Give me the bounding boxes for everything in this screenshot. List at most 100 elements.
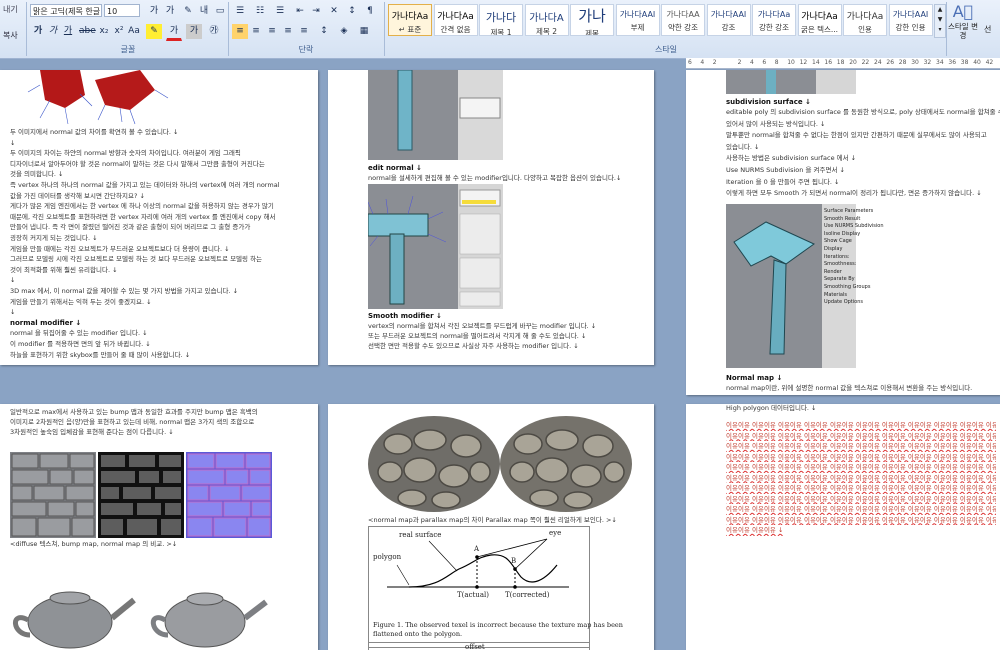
panel-option[interactable]: Show Cage xyxy=(824,238,894,246)
text-line: ↓ xyxy=(10,138,16,147)
change-style-label: 스타일 변경 xyxy=(948,22,978,40)
char-shading-icon[interactable]: 가 xyxy=(186,24,202,39)
ruler-tick: 6 xyxy=(688,59,692,66)
enclose-char-icon[interactable]: ㉮ xyxy=(206,24,222,39)
style-sample: 가나 xyxy=(578,7,606,25)
panel-option[interactable]: Smoothness: xyxy=(824,261,894,269)
text-line: 3D max 에서, 이 normal 값을 제어할 수 있는 몇 가지 방법을… xyxy=(10,287,239,295)
ruler-tick: 12 xyxy=(799,59,808,66)
subscript-icon[interactable]: x₂ xyxy=(96,24,112,39)
font-size-combo[interactable]: 10 xyxy=(104,4,140,17)
borders-icon[interactable]: ▦ xyxy=(356,24,372,39)
text-line: ↓ xyxy=(10,308,16,317)
bold-icon[interactable]: 가 xyxy=(30,24,46,39)
change-case-icon[interactable]: Aa xyxy=(126,24,142,39)
select-button-cut[interactable]: 선 xyxy=(984,24,991,35)
style-item[interactable]: 가나다AAI 강조 xyxy=(706,4,751,36)
superscript-icon[interactable]: x² xyxy=(111,24,127,39)
label-real-surface: real surface xyxy=(399,531,442,539)
style-name: 제목 1 xyxy=(490,28,512,36)
copy-button[interactable]: 복사 xyxy=(3,30,18,41)
decrease-indent-icon[interactable]: ⇤ xyxy=(292,4,308,19)
label-b: B xyxy=(511,557,517,565)
paste-menu-label[interactable]: 내기 xyxy=(3,4,18,15)
font-color-icon[interactable]: 가 xyxy=(166,24,182,41)
gallery-scroll[interactable]: ▲ ▼ ▾ xyxy=(934,4,946,38)
smooth-line-2: 또는 부드러운 오브젝트의 normal을 떨어트려서 각지게 해 줄 수도 있… xyxy=(368,332,587,340)
panel-option[interactable]: Render xyxy=(824,269,894,277)
page-6-body[interactable]: 이유이유 이유이유 이유이유 이유이유 이유이유 이유이유 이유이유 이유이유 … xyxy=(726,420,996,536)
font-name-combo[interactable]: 맑은 고딕(제목 한글 xyxy=(30,4,102,17)
style-item[interactable]: 가나다AA 약한 강조 xyxy=(661,4,705,36)
panel-option[interactable]: Update Options xyxy=(824,299,894,307)
ruler-tick: 22 xyxy=(861,59,870,66)
style-item[interactable]: 가나다Aa 강한 강조 xyxy=(752,4,796,36)
italic-icon[interactable]: 가 xyxy=(45,24,61,39)
text-line: 하늘을 표현하기 위한 skybox를 만들어 줄 때 많이 사용합니다. ↓ xyxy=(10,350,191,359)
style-item[interactable]: 가나다AAI 부제 xyxy=(615,4,660,36)
ruler-tick: 2 xyxy=(737,59,742,66)
text-line: 이 modifier 를 적용하면 면의 앞 뒤가 바뀝니다. ↓ xyxy=(10,340,151,348)
text-line: ↓ xyxy=(10,276,16,285)
asian-layout-icon[interactable]: ✕ xyxy=(326,4,342,19)
align-left-icon[interactable]: ≡ xyxy=(232,24,248,39)
smooth-line-3: 선택한 면만 적용할 수도 있으므로 사실상 자주 사용하는 modifier … xyxy=(368,342,579,350)
strikethrough-icon[interactable]: abe xyxy=(78,24,96,39)
panel-option[interactable]: Use NURMS Subdivision xyxy=(824,223,894,231)
ruler-tick: 40 xyxy=(973,59,981,66)
panel-option[interactable]: Display xyxy=(824,246,894,254)
clear-format-icon[interactable]: ✎ xyxy=(180,4,196,19)
text-line: normal 을 뒤집어줄 수 있는 modifier 입니다. ↓ xyxy=(10,329,148,338)
char-border-icon[interactable]: ▭ xyxy=(212,4,228,19)
panel-option[interactable]: Separate By xyxy=(824,276,894,284)
page-2: edit normal ↓ normal을 설세하게 편집해 볼 수 있는 mo… xyxy=(328,70,654,365)
shading-icon[interactable]: ◈ xyxy=(336,24,352,39)
offset-figure: offset xyxy=(368,642,590,650)
style-item[interactable]: 가나다Aa 굵은 텍스... xyxy=(797,4,842,36)
highlight-icon[interactable]: ✎ xyxy=(146,24,162,39)
style-item[interactable]: 가나다A 제목 2 xyxy=(524,4,569,36)
sort-icon[interactable]: ↕ xyxy=(344,4,360,19)
style-item[interactable]: 가나다AAI 강한 인용 xyxy=(888,4,933,36)
style-name: 인용 xyxy=(858,25,872,34)
align-center-icon[interactable]: ≡ xyxy=(248,24,264,39)
phonetic-icon[interactable]: 내 xyxy=(196,4,212,19)
panel-option[interactable]: Materials xyxy=(824,292,894,300)
bullets-icon[interactable]: ☰ xyxy=(232,4,248,19)
style-item[interactable]: 가나다Aa 인용 xyxy=(843,4,887,36)
numbering-icon[interactable]: ☷ xyxy=(252,4,268,19)
normal-map-text: normal map이란, 위에 설명한 normal 값을 텍스쳐로 이용해서… xyxy=(726,384,973,392)
panel-option[interactable]: Isoline Display xyxy=(824,231,894,239)
panel-option[interactable]: Iterations: xyxy=(824,254,894,262)
subdivision-title: subdivision surface ↓ xyxy=(726,98,811,106)
show-marks-icon[interactable]: ¶ xyxy=(362,4,378,19)
ruler-tick: 28 xyxy=(898,59,907,66)
edit-normal-text: normal을 설세하게 편집해 볼 수 있는 modifier입니다. 다양하… xyxy=(368,174,622,182)
modifier-panel[interactable]: Surface Parameters Smooth Result Use NURMS… xyxy=(824,208,894,307)
ruler-tick: 4 xyxy=(750,59,754,66)
text-line: 사용하는 방법은 subdivision surface 에서 ↓ xyxy=(726,154,857,163)
style-item[interactable]: 가나다Aa 간격 없음 xyxy=(433,4,478,36)
align-right-icon[interactable]: ≡ xyxy=(264,24,280,39)
text-line: 게임을 만들 때에는 각진 오브젝트가 부드러운 오브젝트보다 더 용량이 큽니… xyxy=(10,244,230,253)
text-line: 게다가 많은 게임 엔진에서는 한 vertex 에 하나 이상의 normal… xyxy=(10,202,274,211)
increase-indent-icon[interactable]: ⇥ xyxy=(308,4,324,19)
underline-icon[interactable]: 가 xyxy=(60,24,76,39)
justify-icon[interactable]: ≡ xyxy=(280,24,296,39)
styles-group-label: 스타일 xyxy=(654,45,678,54)
panel-option[interactable]: Surface Parameters xyxy=(824,208,894,216)
style-item[interactable]: 가나다 제목 1 xyxy=(479,4,523,36)
shrink-font-icon[interactable]: 가 xyxy=(162,4,178,19)
style-item[interactable]: 가나다Aa ↵ 표준 xyxy=(388,4,432,36)
multilevel-list-icon[interactable]: ☰ xyxy=(272,4,288,19)
panel-option[interactable]: Smooth Result xyxy=(824,216,894,224)
panel-option[interactable]: Smoothing Groups xyxy=(824,284,894,292)
horizontal-ruler[interactable]: 6 4 2 2 4 6 8 10 12 14 16 18 20 22 24 26 28 30 32 34 36 38 40 4… xyxy=(686,58,1000,69)
distribute-icon[interactable]: ≡ xyxy=(296,24,312,39)
change-style-button[interactable]: A⃥ 스타일 변경 xyxy=(948,2,978,44)
grow-font-icon[interactable]: 가 xyxy=(146,4,162,19)
edit-normal-viewport xyxy=(368,184,503,309)
filler-text-line: 이유이유 이유이유 이유이유 이유이유 이유이유 이유이유 이유이유 이유이유 … xyxy=(726,452,996,461)
line-spacing-icon[interactable]: ↕ xyxy=(316,24,332,39)
style-item[interactable]: 가나 제목 xyxy=(570,4,614,36)
